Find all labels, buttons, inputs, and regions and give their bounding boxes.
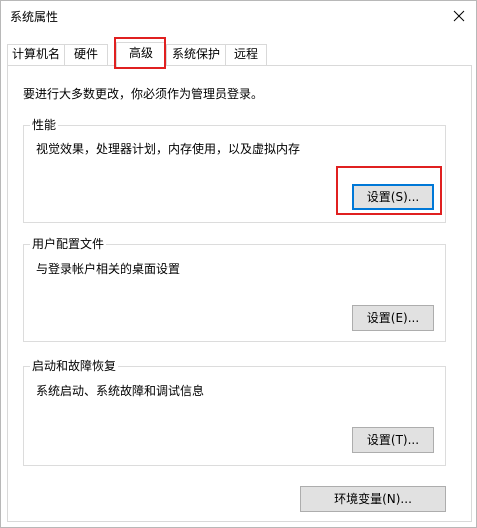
startup-recovery-group: 启动和故障恢复 系统启动、系统故障和调试信息 设置(T)... [23, 358, 446, 466]
user-profiles-group-label: 用户配置文件 [30, 236, 107, 252]
title-bar: 系统属性 [1, 1, 476, 35]
performance-settings-button[interactable]: 设置(S)... [352, 184, 434, 210]
startup-recovery-group-label: 启动和故障恢复 [30, 358, 119, 374]
user-profiles-group: 用户配置文件 与登录帐户相关的桌面设置 设置(E)... [23, 236, 446, 342]
admin-note: 要进行大多数更改，你必须作为管理员登录。 [23, 87, 264, 101]
tab-remote[interactable]: 远程 [225, 44, 267, 65]
performance-description: 视觉效果，处理器计划，内存使用，以及虚拟内存 [36, 142, 301, 156]
startup-recovery-description: 系统启动、系统故障和调试信息 [36, 384, 205, 398]
environment-variables-button[interactable]: 环境变量(N)... [300, 486, 446, 512]
tab-system-protection[interactable]: 系统保护 [166, 44, 226, 65]
close-icon [453, 10, 465, 22]
tab-strip: 计算机名 硬件 高级 系统保护 远程 [7, 42, 472, 67]
tab-computer-name[interactable]: 计算机名 [7, 44, 65, 65]
tab-hardware[interactable]: 硬件 [64, 44, 108, 65]
performance-group: 性能 视觉效果，处理器计划，内存使用，以及虚拟内存 设置(S)... [23, 117, 446, 223]
user-profiles-description: 与登录帐户相关的桌面设置 [36, 262, 181, 276]
window-title: 系统属性 [10, 10, 59, 24]
startup-recovery-settings-button[interactable]: 设置(T)... [352, 427, 434, 453]
tab-advanced[interactable]: 高级 [116, 42, 166, 67]
close-button[interactable] [446, 4, 472, 28]
system-properties-window: 系统属性 计算机名 硬件 高级 系统保护 远程 要进行大多数更改，你必须作为管理… [0, 0, 477, 528]
user-profiles-settings-button[interactable]: 设置(E)... [352, 305, 434, 331]
performance-group-label: 性能 [30, 117, 59, 133]
